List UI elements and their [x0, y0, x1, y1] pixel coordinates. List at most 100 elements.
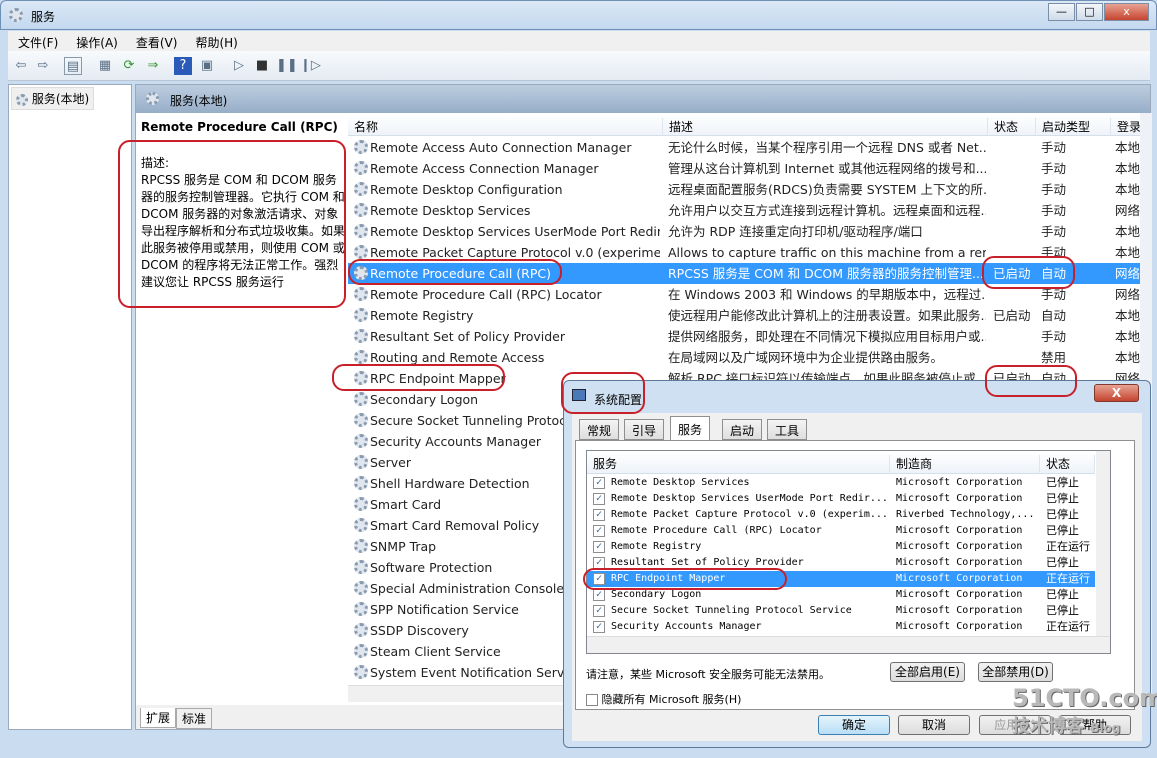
- tree-pane: 服务(本地): [8, 84, 132, 730]
- service-name: Remote Procedure Call (RPC) Locator: [370, 287, 602, 302]
- service-startup-type: 手动: [1041, 203, 1067, 218]
- menu-view[interactable]: 查看(V): [126, 31, 186, 51]
- service-checkbox[interactable]: ✓: [593, 541, 605, 553]
- help-icon[interactable]: ?: [174, 57, 192, 75]
- watermark-logo: 51CTO.com 技术博客 Blog: [1012, 684, 1157, 738]
- service-status: 已停止: [1046, 524, 1079, 537]
- service-gear-icon: [354, 476, 368, 490]
- service-gear-icon: [354, 140, 368, 154]
- watermark-blog: Blog: [1090, 721, 1121, 735]
- stop-icon[interactable]: ■: [253, 57, 271, 75]
- pause-icon[interactable]: ❚❚: [276, 57, 298, 75]
- dialog-service-row[interactable]: ✓ Remote Registry Microsoft Corporation …: [587, 539, 1095, 555]
- tab-extended[interactable]: 扩展: [140, 708, 177, 728]
- service-gear-icon: [354, 497, 368, 511]
- service-startup-type: 手动: [1041, 182, 1067, 197]
- tab-tools[interactable]: 工具: [767, 419, 808, 440]
- service-row[interactable]: Remote Desktop Services UserMode Port Re…: [348, 221, 1140, 242]
- service-manufacturer: Microsoft Corporation: [896, 573, 1023, 584]
- maximize-button[interactable]: □: [1076, 3, 1103, 21]
- service-name: Remote Desktop Services UserMode Port Re…: [370, 224, 660, 239]
- service-checkbox[interactable]: ✓: [593, 605, 605, 617]
- menu-file[interactable]: 文件(F): [8, 31, 66, 51]
- service-row[interactable]: Resultant Set of Policy Provider 提供网络服务，…: [348, 326, 1140, 347]
- enable-all-button[interactable]: 全部启用(E): [890, 662, 965, 682]
- refresh-icon[interactable]: ⟳: [120, 57, 138, 75]
- start-icon[interactable]: ▷: [230, 57, 248, 75]
- ok-button[interactable]: 确定: [818, 715, 890, 735]
- dialog-service-row[interactable]: ✓ Secure Socket Tunneling Protocol Servi…: [587, 603, 1095, 619]
- tab-services[interactable]: 服务: [670, 416, 711, 441]
- service-row[interactable]: Remote Desktop Services 允许用户以交互方式连接到远程计算…: [348, 200, 1140, 221]
- service-description: RPCSS 服务是 COM 和 DCOM 服务器的服务控制管理...: [668, 266, 984, 281]
- tab-general[interactable]: 常规: [579, 419, 620, 440]
- service-checkbox[interactable]: ✓: [593, 477, 605, 489]
- service-row[interactable]: Remote Desktop Configuration 远程桌面配置服务(RD…: [348, 179, 1140, 200]
- service-status: 正在运行: [1046, 540, 1090, 553]
- service-name: Remote Desktop Services UserMode Port Re…: [611, 493, 888, 504]
- export-icon[interactable]: ⇒: [144, 57, 162, 75]
- dialog-service-row[interactable]: ✓ Remote Desktop Services Microsoft Corp…: [587, 475, 1095, 491]
- annotation-rpc-status: [982, 256, 1075, 289]
- dialog-service-row[interactable]: ✓ Security Accounts Manager Microsoft Co…: [587, 619, 1095, 635]
- service-gear-icon: [354, 539, 368, 553]
- show-hide-tree-icon[interactable]: ▤: [64, 57, 82, 75]
- service-description: 远程桌面配置服务(RDCS)负责需要 SYSTEM 上下文的所...: [668, 182, 986, 197]
- service-startup-type: 手动: [1041, 329, 1067, 344]
- dialog-close-button[interactable]: X: [1094, 384, 1139, 402]
- column-description[interactable]: 描述: [663, 118, 988, 136]
- security-note: 请注意，某些 Microsoft 安全服务可能无法禁用。: [586, 668, 831, 681]
- service-gear-icon: [354, 329, 368, 343]
- annotation-rpc-row: [348, 259, 562, 285]
- service-checkbox[interactable]: ✓: [593, 493, 605, 505]
- cancel-button[interactable]: 取消: [898, 715, 970, 735]
- tab-startup[interactable]: 启动: [722, 419, 763, 440]
- dialog-list-header: 服务 制造商 状态: [587, 451, 1095, 474]
- service-row[interactable]: Remote Registry 使远程用户能修改此计算机上的注册表设置。如果此服…: [348, 305, 1140, 326]
- dialog-service-row[interactable]: ✓ Remote Desktop Services UserMode Port …: [587, 491, 1095, 507]
- restart-icon[interactable]: ❙▷: [300, 57, 321, 75]
- hide-ms-checkbox[interactable]: [586, 694, 598, 706]
- dialog-service-row[interactable]: ✓ Remote Packet Capture Protocol v.0 (ex…: [587, 507, 1095, 523]
- toolbar: ⇦ ⇨ ▤ ▦ ⟳ ⇒ ? ▣ ▷ ■ ❚❚ ❙▷: [8, 51, 1150, 81]
- tab-boot[interactable]: 引导: [624, 419, 665, 440]
- minimize-button[interactable]: —: [1048, 3, 1075, 21]
- service-name: Remote Access Connection Manager: [370, 161, 599, 176]
- dialog-horizontal-scrollbar[interactable]: [587, 636, 1110, 653]
- service-gear-icon: [354, 392, 368, 406]
- service-row[interactable]: Remote Access Connection Manager 管理从这台计算…: [348, 158, 1140, 179]
- hide-ms-services[interactable]: 隐藏所有 Microsoft 服务(H): [586, 691, 741, 707]
- dialog-vertical-scrollbar[interactable]: [1096, 451, 1110, 636]
- column-startup-type[interactable]: 启动类型: [1036, 118, 1111, 136]
- service-checkbox[interactable]: ✓: [593, 525, 605, 537]
- forward-icon[interactable]: ⇨: [34, 57, 52, 75]
- dialog-service-row[interactable]: ✓ Remote Procedure Call (RPC) Locator Mi…: [587, 523, 1095, 539]
- tab-standard[interactable]: 标准: [176, 708, 213, 729]
- service-description: Allows to capture traffic on this machin…: [668, 245, 986, 260]
- column-status[interactable]: 状态: [988, 118, 1036, 136]
- service-checkbox[interactable]: ✓: [593, 621, 605, 633]
- column-manufacturer[interactable]: 制造商: [890, 455, 1040, 474]
- service-row[interactable]: Remote Access Auto Connection Manager 无论…: [348, 137, 1140, 158]
- service-gear-icon: [354, 623, 368, 637]
- back-icon[interactable]: ⇦: [12, 57, 30, 75]
- column-status[interactable]: 状态: [1040, 455, 1095, 474]
- column-service[interactable]: 服务: [587, 455, 890, 474]
- properties-icon[interactable]: ▦: [96, 57, 114, 75]
- service-checkbox[interactable]: ✓: [593, 589, 605, 601]
- console-icon[interactable]: ▣: [198, 57, 216, 75]
- tree-node-services-local[interactable]: 服务(本地): [11, 87, 95, 110]
- service-name: Secure Socket Tunneling Protocol Service: [611, 605, 852, 616]
- service-checkbox[interactable]: ✓: [593, 509, 605, 521]
- service-gear-icon: [354, 308, 368, 322]
- menu-action[interactable]: 操作(A): [66, 31, 126, 51]
- service-description: 管理从这台计算机到 Internet 或其他远程网络的拨号和...: [668, 161, 986, 176]
- menu-help[interactable]: 帮助(H): [185, 31, 245, 51]
- service-description: 使远程用户能修改此计算机上的注册表设置。如果此服务...: [668, 308, 986, 323]
- disable-all-button[interactable]: 全部禁用(D): [978, 662, 1053, 682]
- service-manufacturer: Microsoft Corporation: [896, 605, 1023, 616]
- service-manufacturer: Microsoft Corporation: [896, 541, 1023, 552]
- close-button[interactable]: x: [1104, 3, 1149, 21]
- column-name[interactable]: 名称: [348, 118, 663, 136]
- watermark-line1: 51CTO.com: [1012, 684, 1157, 712]
